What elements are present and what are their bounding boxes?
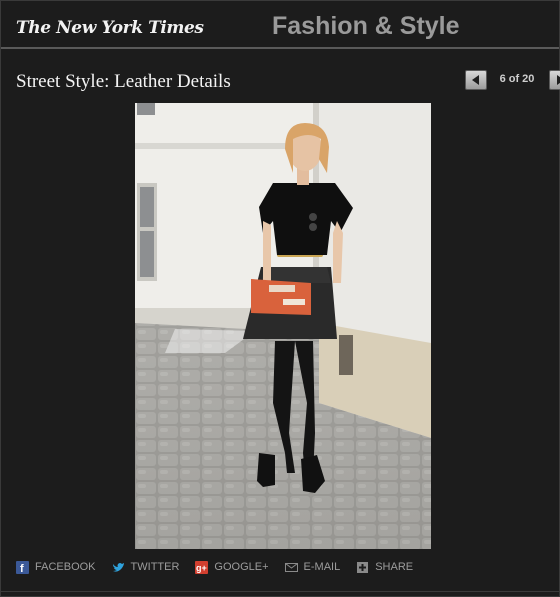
masthead: The New York Times Fashion & Style <box>1 1 559 49</box>
arrow-left-icon <box>472 75 479 85</box>
svg-text:f: f <box>20 563 24 574</box>
slideshow-title: Street Style: Leather Details <box>16 71 231 92</box>
street-style-photo <box>135 103 431 549</box>
svg-text:g+: g+ <box>196 563 207 573</box>
facebook-icon: f <box>16 560 29 575</box>
nyt-logo[interactable]: The New York Times <box>16 18 204 38</box>
share-twitter-button[interactable]: TWITTER <box>112 561 180 574</box>
twitter-icon <box>112 561 125 574</box>
share-google-plus-label: GOOGLE+ <box>214 561 269 573</box>
page-frame: The New York Times Fashion & Style Stree… <box>0 0 560 597</box>
share-icon <box>356 561 369 574</box>
section-title[interactable]: Fashion & Style <box>272 12 460 41</box>
slideshow-photo[interactable] <box>135 103 431 549</box>
share-facebook-label: FACEBOOK <box>35 561 96 573</box>
google-plus-icon: g+ <box>195 560 209 574</box>
email-icon <box>284 561 298 574</box>
slide-counter: 6 of 20 <box>499 73 535 85</box>
share-more-button[interactable]: SHARE <box>356 561 413 574</box>
share-google-plus-button[interactable]: g+ GOOGLE+ <box>195 560 269 574</box>
share-email-button[interactable]: E-MAIL <box>284 561 341 574</box>
arrow-right-icon <box>557 75 560 85</box>
share-email-label: E-MAIL <box>303 561 341 573</box>
share-more-label: SHARE <box>375 561 414 573</box>
share-twitter-label: TWITTER <box>130 561 180 573</box>
next-slide-button[interactable] <box>549 70 560 90</box>
previous-slide-button[interactable] <box>465 70 487 90</box>
share-bar: f FACEBOOK TWITTER g+ GOOGLE+ E-MAIL SHA… <box>16 559 429 575</box>
share-facebook-button[interactable]: f FACEBOOK <box>16 560 96 575</box>
bottom-divider <box>1 591 559 592</box>
